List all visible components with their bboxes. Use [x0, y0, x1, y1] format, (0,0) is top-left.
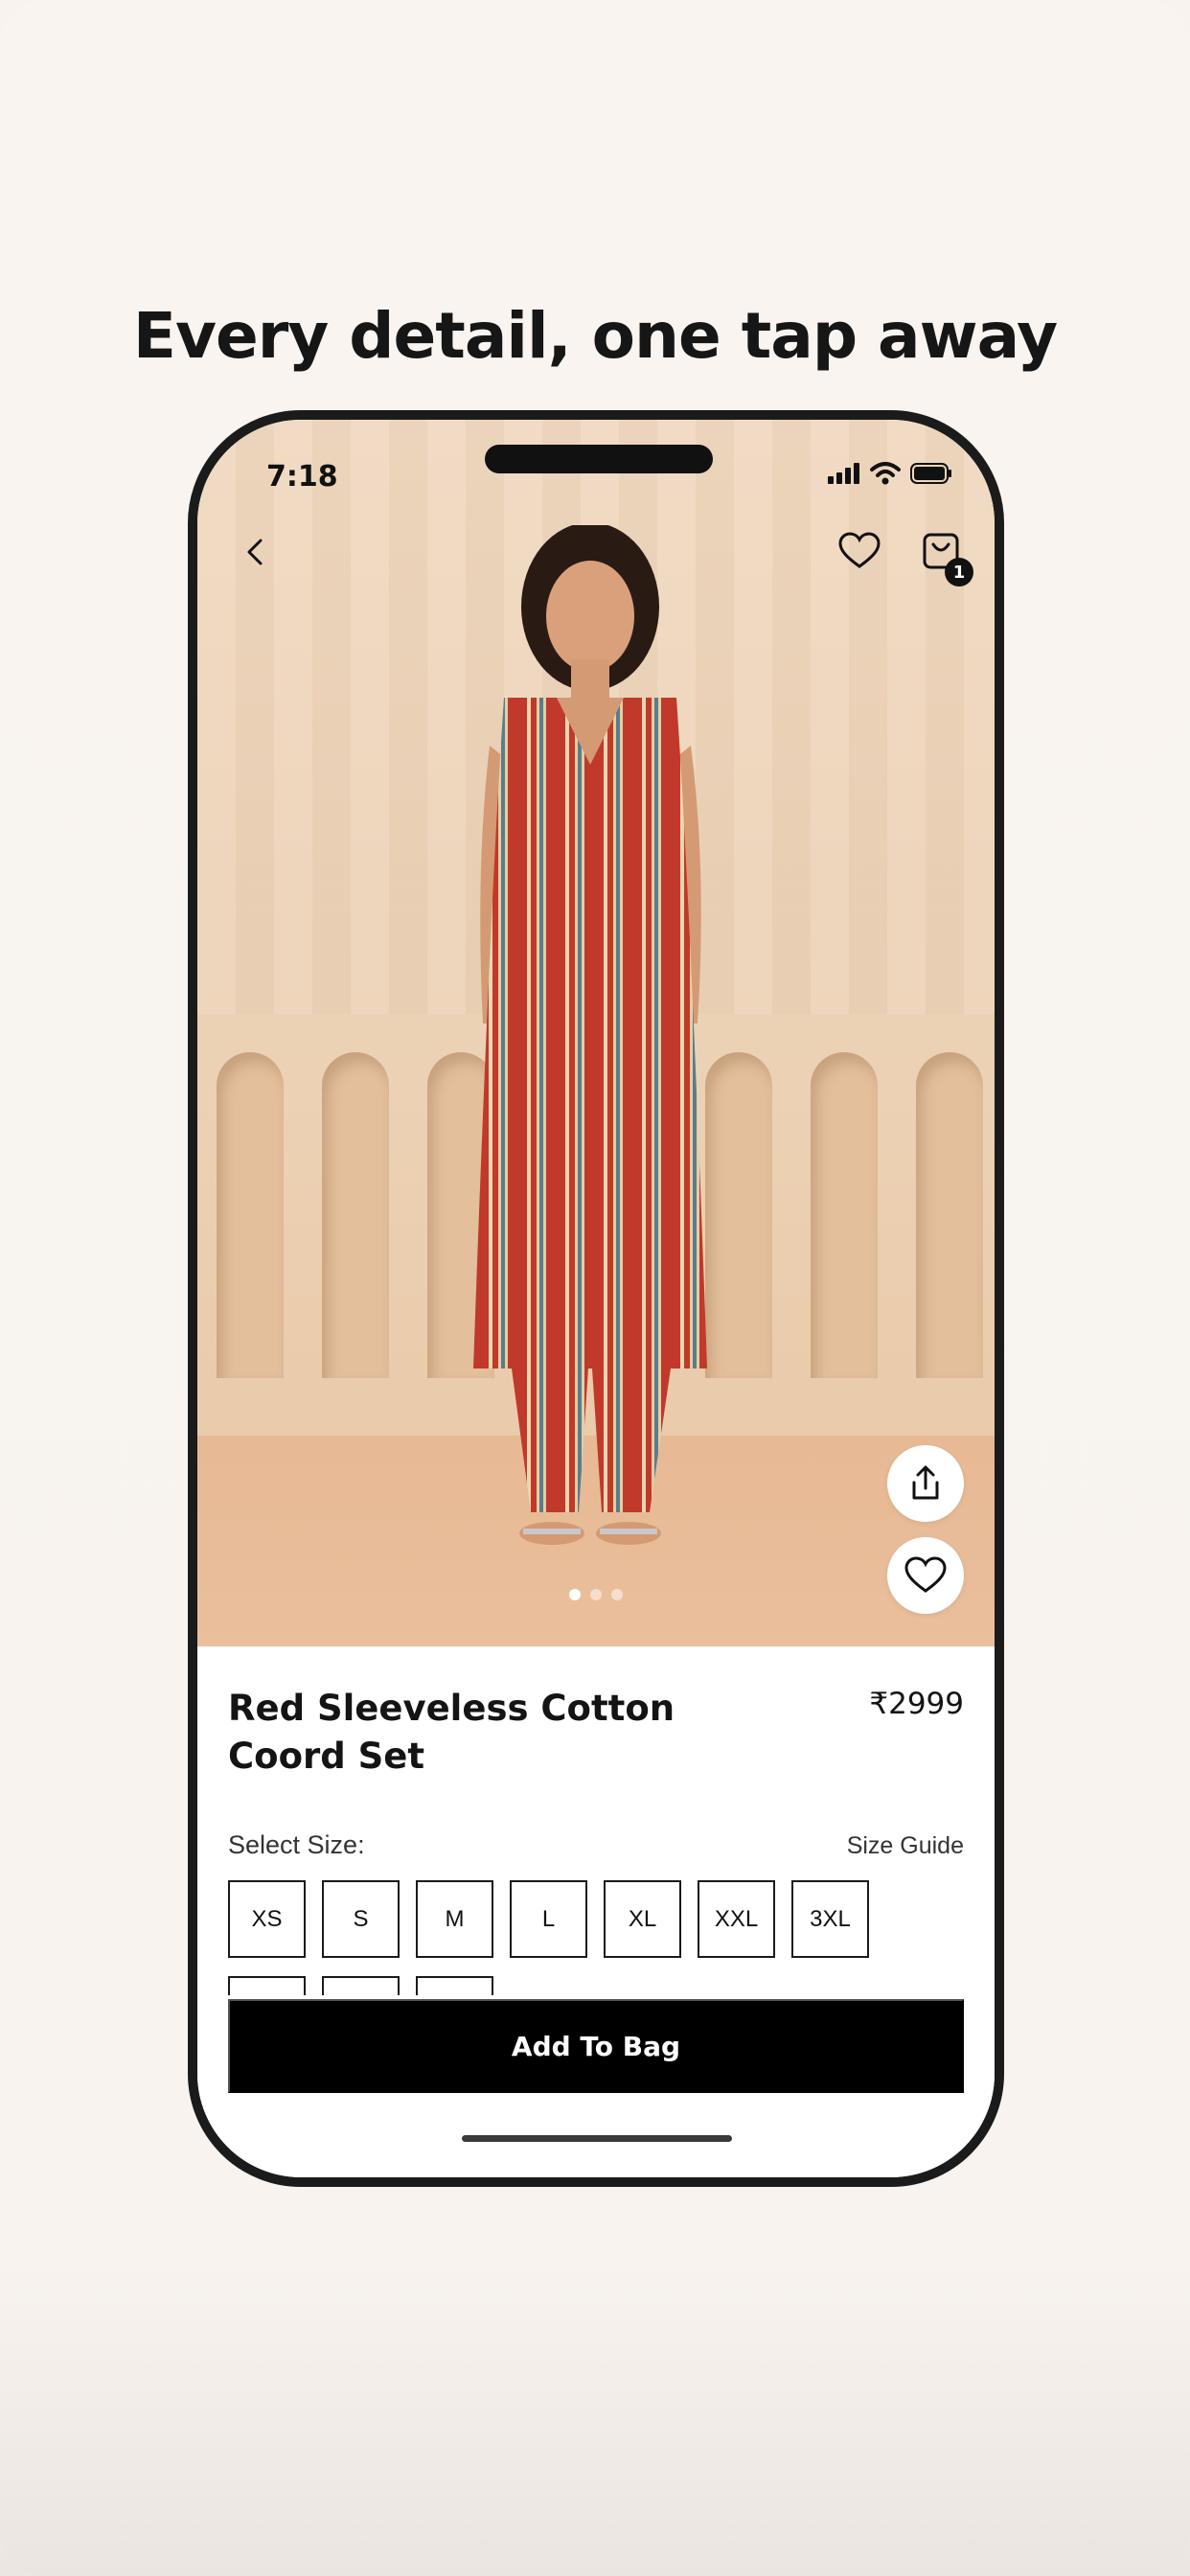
size-option-xl[interactable]: XL: [604, 1880, 681, 1958]
size-option-s[interactable]: S: [322, 1880, 400, 1958]
size-guide-link[interactable]: Size Guide: [847, 1832, 964, 1860]
signal-icon: [828, 463, 859, 484]
cart-button[interactable]: 1: [920, 529, 973, 586]
carousel-dot[interactable]: [569, 1589, 581, 1600]
size-option-partial[interactable]: [416, 1976, 493, 1995]
wishlist-button[interactable]: [887, 1537, 964, 1614]
carousel-dot[interactable]: [611, 1589, 623, 1600]
size-option-xs[interactable]: XS: [228, 1880, 306, 1958]
carousel-dot[interactable]: [590, 1589, 602, 1600]
product-info-panel: Red Sleeveless Cotton Coord Set ₹2999 Se…: [197, 1646, 995, 2177]
status-icons: [828, 462, 952, 485]
battery-icon: [910, 463, 951, 484]
dynamic-island: [485, 445, 713, 473]
carousel-indicator: [197, 1589, 995, 1600]
size-option-l[interactable]: L: [510, 1880, 587, 1958]
product-price: ₹2999: [869, 1687, 964, 1721]
size-option-partial[interactable]: [228, 1976, 306, 1995]
back-button[interactable]: [236, 533, 274, 571]
size-option-partial[interactable]: [322, 1976, 400, 1995]
size-option-xxl[interactable]: XXL: [698, 1880, 775, 1958]
model-figure: [473, 525, 707, 1545]
product-title: Red Sleeveless Cotton Coord Set: [228, 1688, 675, 1777]
cart-count-badge: 1: [945, 558, 973, 586]
size-options-overflow: [228, 1976, 493, 1995]
chevron-left-icon: [247, 539, 263, 565]
wishlist-header-button[interactable]: [837, 529, 881, 573]
heart-icon: [838, 532, 881, 568]
wifi-icon: [870, 462, 901, 485]
share-button[interactable]: [887, 1445, 964, 1522]
share-icon: [912, 1465, 939, 1500]
status-time: 7:18: [266, 460, 338, 494]
size-option-3xl[interactable]: 3XL: [791, 1880, 869, 1958]
product-image[interactable]: 7:18 1: [197, 420, 995, 1646]
size-option-m[interactable]: M: [416, 1880, 493, 1958]
home-indicator[interactable]: [462, 2135, 732, 2142]
add-to-bag-button[interactable]: Add To Bag: [228, 1999, 964, 2093]
size-options: XS S M L XL XXL 3XL: [228, 1880, 869, 1958]
phone-frame: 7:18 1 Red Sleeveless Cotton Coord Set ₹…: [188, 410, 1004, 2187]
select-size-label: Select Size:: [228, 1830, 365, 1859]
promo-headline: Every detail, one tap away: [132, 299, 1058, 373]
